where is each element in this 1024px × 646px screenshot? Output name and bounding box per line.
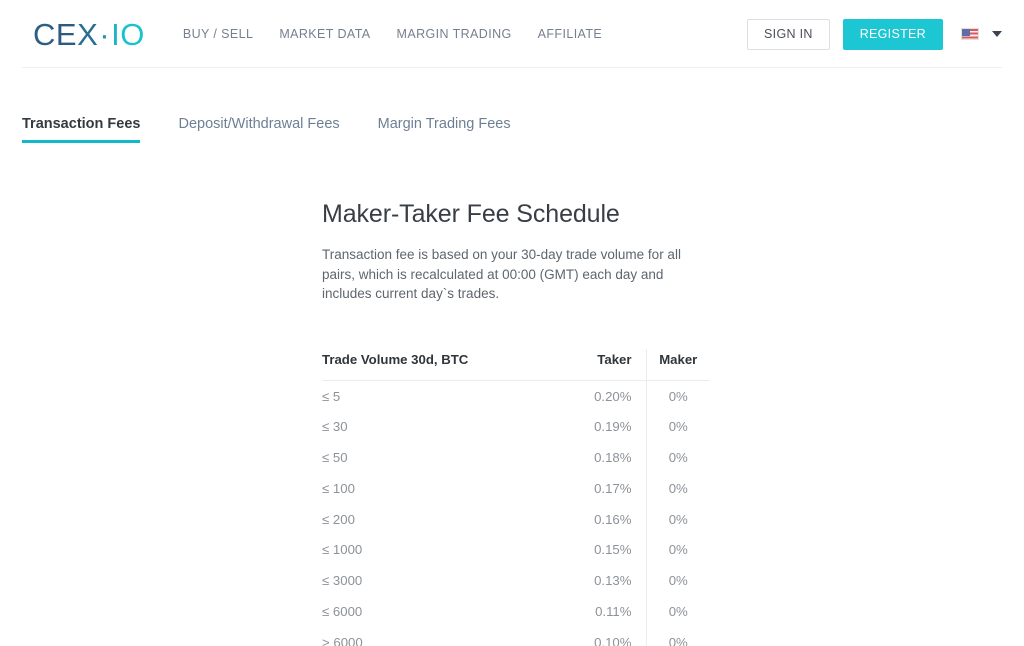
cell-volume: ≤ 50 — [322, 449, 348, 465]
page-title: Maker-Taker Fee Schedule — [322, 200, 620, 228]
column-header-volume: Trade Volume 30d, BTC — [322, 348, 542, 381]
tab-deposit-withdrawal-fees[interactable]: Deposit/Withdrawal Fees — [178, 116, 339, 143]
cell-volume: ≤ 30 — [322, 419, 348, 435]
language-selector[interactable] — [961, 28, 1002, 40]
cell-maker: 0% — [645, 503, 710, 535]
table-header-row: Trade Volume 30d, BTC Taker Maker — [322, 348, 710, 381]
table-row: ≤ 30 0.19% 0% — [322, 411, 710, 443]
cell-volume: ≤ 200 — [322, 511, 355, 527]
nav-item-buy-sell[interactable]: BUY / SELL — [183, 27, 253, 41]
table-row: ≤ 3000 0.13% 0% — [322, 565, 710, 597]
fee-table-body: ≤ 5 0.20% 0% ≤ 30 0.19% 0% ≤ 50 0.18% 0%… — [322, 380, 710, 646]
logo-letter-e: E — [55, 16, 78, 52]
nav-item-margin-trading[interactable]: MARGIN TRADING — [397, 27, 512, 41]
table-row: ≤ 200 0.16% 0% — [322, 503, 710, 535]
cell-taker: 0.11% — [595, 603, 632, 619]
logo-letter-x: X — [77, 16, 99, 52]
column-header-maker: Maker — [645, 348, 710, 381]
us-flag-icon — [961, 28, 979, 40]
cell-taker: 0.19% — [594, 419, 632, 435]
cell-maker: 0% — [645, 534, 710, 566]
cell-maker: 0% — [645, 626, 710, 646]
main-content: Maker-Taker Fee Schedule Transaction fee… — [0, 152, 1024, 646]
cell-taker: 0.13% — [594, 573, 632, 589]
cell-maker: 0% — [645, 596, 710, 627]
logo-dot: · — [99, 16, 111, 52]
cell-taker: 0.15% — [594, 542, 632, 558]
table-row: > 6000 0.10% 0% — [322, 626, 710, 646]
cell-volume: ≤ 1000 — [322, 542, 363, 558]
cell-volume: ≤ 3000 — [322, 573, 363, 589]
fees-tabs-bar: Transaction Fees Deposit/Withdrawal Fees… — [0, 116, 1024, 152]
cell-taker: 0.18% — [594, 449, 632, 465]
tabs-baseline — [22, 149, 1012, 150]
header-divider — [22, 67, 1002, 68]
nav-item-affiliate[interactable]: AFFILIATE — [538, 27, 603, 41]
cell-volume: ≤ 100 — [322, 480, 355, 496]
chevron-down-icon — [992, 31, 1002, 37]
table-row: ≤ 1000 0.15% 0% — [322, 534, 710, 566]
cell-maker: 0% — [645, 565, 710, 597]
column-header-taker: Taker — [542, 348, 646, 381]
main-navigation: BUY / SELL MARKET DATA MARGIN TRADING AF… — [183, 27, 602, 41]
fee-schedule-table: Trade Volume 30d, BTC Taker Maker ≤ 5 0.… — [322, 348, 710, 646]
logo-letter-c: C — [33, 16, 56, 52]
tab-margin-trading-fees[interactable]: Margin Trading Fees — [378, 116, 511, 143]
cell-taker: 0.16% — [594, 511, 632, 527]
tab-transaction-fees[interactable]: Transaction Fees — [22, 116, 141, 143]
cell-maker: 0% — [645, 411, 710, 443]
header-actions: SIGN IN REGISTER — [747, 0, 1002, 68]
nav-item-market-data[interactable]: MARKET DATA — [279, 27, 370, 41]
cell-taker: 0.17% — [594, 480, 632, 496]
table-row: ≤ 100 0.17% 0% — [322, 472, 710, 504]
cell-volume: > 6000 — [322, 634, 363, 646]
register-button[interactable]: REGISTER — [842, 18, 943, 50]
cell-maker: 0% — [645, 472, 710, 504]
logo-letter-i: I — [111, 16, 121, 52]
cell-volume: ≤ 6000 — [322, 603, 363, 619]
cell-maker: 0% — [645, 442, 710, 473]
cell-maker: 0% — [645, 380, 710, 412]
page-description: Transaction fee is based on your 30-day … — [322, 247, 681, 301]
table-row: ≤ 5 0.20% 0% — [322, 380, 710, 412]
cexio-logo[interactable]: C E X · I O — [33, 19, 145, 50]
fee-table-head: Trade Volume 30d, BTC Taker Maker — [322, 348, 710, 381]
cell-volume: ≤ 5 — [322, 388, 341, 404]
table-row: ≤ 50 0.18% 0% — [322, 442, 710, 473]
site-header: C E X · I O BUY / SELL MARKET DATA MARGIN TRA… — [0, 0, 1024, 68]
cell-taker: 0.10% — [594, 634, 632, 646]
logo-letter-o: O — [120, 16, 145, 52]
fees-tabs: Transaction Fees Deposit/Withdrawal Fees… — [0, 116, 1024, 143]
sign-in-button[interactable]: SIGN IN — [747, 18, 830, 50]
cell-taker: 0.20% — [594, 388, 632, 404]
table-row: ≤ 6000 0.11% 0% — [322, 596, 710, 627]
